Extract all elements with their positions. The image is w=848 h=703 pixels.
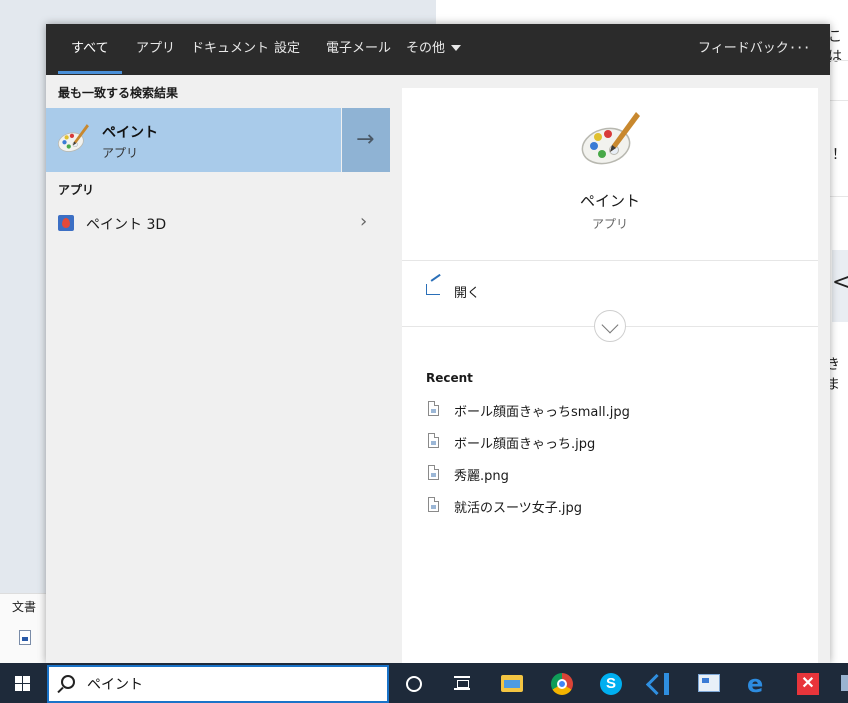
best-match-heading: 最も一致する検索結果: [58, 86, 179, 100]
taskbar: S e ✕: [0, 663, 848, 703]
tab-documents[interactable]: ドキュメント: [191, 24, 269, 75]
best-match-item[interactable]: ペイント アプリ: [46, 108, 341, 172]
cortana-button[interactable]: [390, 663, 438, 703]
apps-section-heading: アプリ: [58, 183, 95, 197]
result-detail-pane: ペイント アプリ 開く Recent ボール顔面きゃっちsmall.jpg ボー…: [402, 88, 818, 663]
tab-email[interactable]: 電子メール: [326, 24, 391, 75]
best-match-subtitle: アプリ: [102, 146, 139, 160]
recent-file-item[interactable]: 就活のスーツ女子.jpg: [426, 495, 806, 516]
edge-icon: e: [747, 670, 764, 698]
background-document-pane: 文書: [0, 593, 46, 663]
chevron-down-icon: [601, 316, 619, 334]
start-button[interactable]: [0, 663, 46, 703]
paint-palette-icon: [581, 112, 640, 165]
edge-button[interactable]: e: [735, 663, 783, 703]
app-result-paint-3d[interactable]: ペイント 3D ›: [46, 209, 390, 237]
cortana-icon: [406, 676, 422, 692]
recent-file-item[interactable]: ボール顔面きゃっちsmall.jpg: [426, 399, 806, 420]
vscode-button[interactable]: [635, 663, 683, 703]
recent-heading: Recent: [426, 371, 473, 385]
open-details-button[interactable]: →: [342, 108, 390, 172]
document-icon[interactable]: [19, 630, 31, 645]
paint-3d-icon: [58, 215, 74, 231]
best-match-result: ペイント アプリ →: [46, 108, 390, 172]
file-explorer-icon: [501, 675, 523, 692]
divider: [402, 260, 818, 261]
background-text-fragment: <: [832, 270, 848, 295]
partial-app-icon: [841, 675, 848, 691]
chevron-right-icon: ›: [360, 211, 368, 232]
search-filter-tabs: すべて アプリ ドキュメント 設定 電子メール その他 フィードバック ···: [46, 24, 830, 75]
skype-button[interactable]: S: [587, 663, 635, 703]
file-explorer-button[interactable]: [488, 663, 536, 703]
recent-file-name: ボール顔面きゃっちsmall.jpg: [454, 405, 630, 420]
search-input[interactable]: [87, 673, 377, 695]
taskbar-app-partial[interactable]: [833, 663, 848, 703]
windows-logo-icon: [15, 676, 30, 691]
recent-file-name: ボール顔面きゃっち.jpg: [454, 437, 596, 452]
task-view-button[interactable]: [438, 663, 486, 703]
tab-more[interactable]: その他: [406, 24, 462, 75]
results-list: 最も一致する検索結果 ペイント アプリ → アプリ ペイント 3D ›: [46, 75, 390, 663]
tab-more-label: その他: [406, 41, 446, 56]
arrow-right-icon: →: [356, 127, 375, 152]
tab-all[interactable]: すべて: [71, 24, 109, 75]
feedback-button[interactable]: フィードバック: [698, 24, 789, 75]
tab-settings[interactable]: 設定: [274, 24, 300, 75]
best-match-title: ペイント: [102, 125, 158, 141]
open-icon: [426, 284, 440, 295]
search-panel: すべて アプリ ドキュメント 設定 電子メール その他 フィードバック ··· …: [46, 24, 830, 663]
background-text-fragment: ！: [832, 147, 846, 163]
more-options-icon[interactable]: ···: [790, 24, 811, 75]
chrome-icon: [551, 673, 573, 695]
image-file-icon: [428, 465, 439, 480]
recent-file-name: 秀麗.png: [454, 469, 509, 484]
document-tab[interactable]: 文書: [12, 598, 36, 615]
expand-actions-button[interactable]: [594, 310, 626, 342]
taskbar-search-box[interactable]: [47, 665, 389, 703]
chrome-button[interactable]: [538, 663, 586, 703]
image-file-icon: [428, 497, 439, 512]
vscode-icon: [649, 673, 669, 695]
image-file-icon: [428, 433, 439, 448]
paint-palette-icon: [57, 124, 89, 152]
tab-apps[interactable]: アプリ: [136, 24, 175, 75]
active-tab-indicator: [58, 71, 122, 74]
caret-down-icon: [451, 45, 462, 51]
detail-app-title: ペイント: [579, 192, 640, 210]
xmind-button[interactable]: ✕: [784, 663, 832, 703]
app-result-label: ペイント 3D: [86, 217, 167, 233]
control-panel-button[interactable]: [685, 663, 733, 703]
control-panel-icon: [698, 674, 720, 692]
recent-file-item[interactable]: 秀麗.png: [426, 463, 806, 484]
search-icon: [61, 675, 75, 689]
xmind-icon: ✕: [797, 673, 819, 695]
task-view-icon: [454, 676, 470, 690]
open-label: 開く: [454, 286, 481, 301]
recent-file-item[interactable]: ボール顔面きゃっち.jpg: [426, 431, 806, 452]
image-file-icon: [428, 401, 439, 416]
detail-app-kind: アプリ: [591, 217, 628, 231]
skype-icon: S: [600, 673, 622, 695]
recent-file-name: 就活のスーツ女子.jpg: [454, 501, 582, 516]
